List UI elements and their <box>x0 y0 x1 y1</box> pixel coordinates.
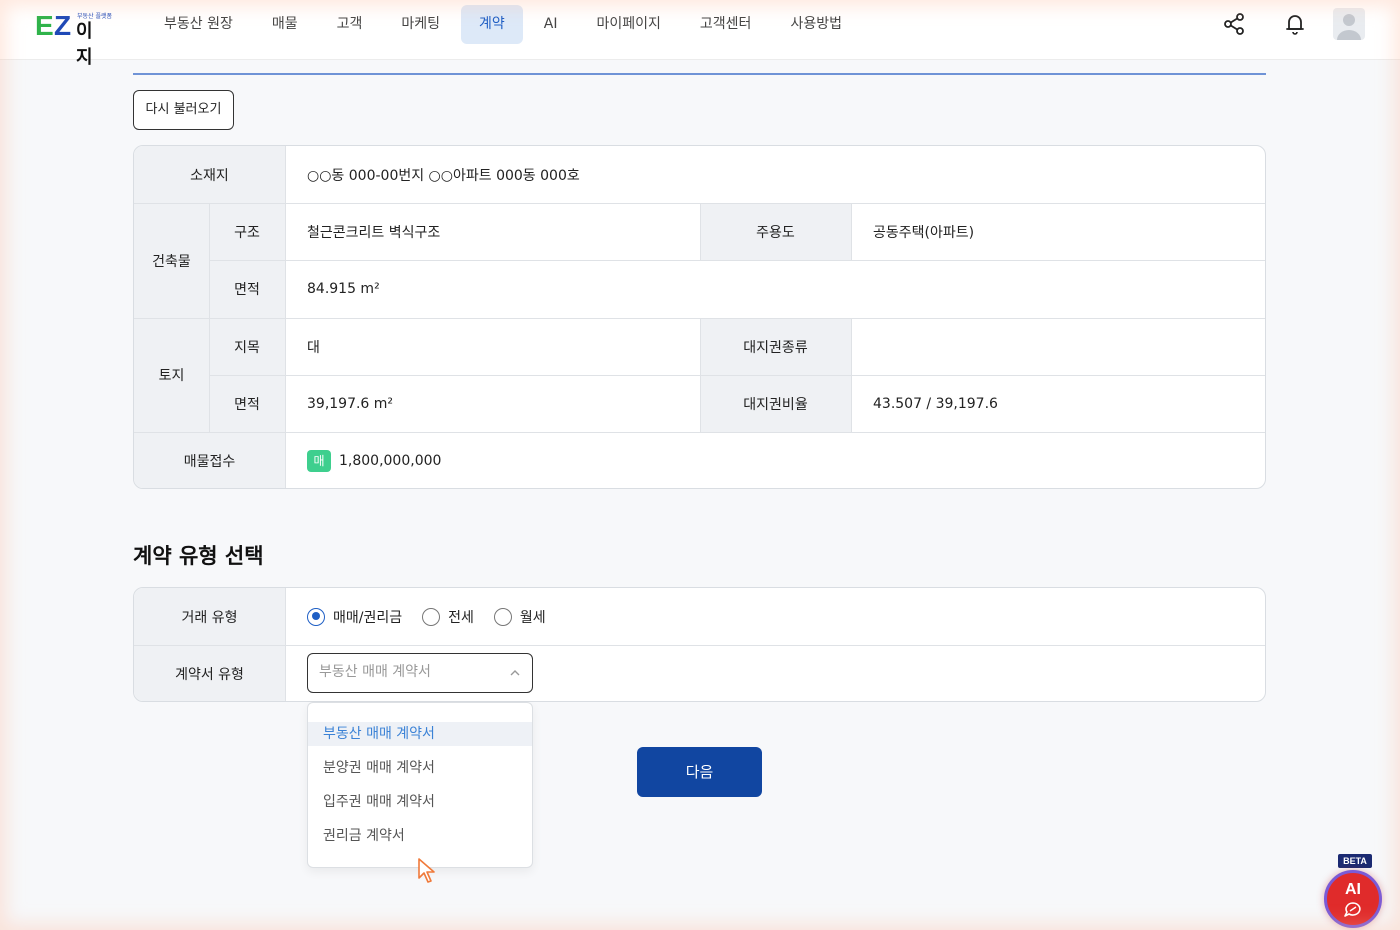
location-value: ○○동 000-00번지 ○○아파트 000동 000호 <box>307 167 580 184</box>
radio-monthly-rent-label: 월세 <box>519 609 546 626</box>
main-nav: 부동산 원장 매물 고객 마케팅 계약 AI 마이페이지 고객센터 사용방법 <box>146 5 863 44</box>
doc-type-select-value: 부동산 매매 계약서 <box>319 664 431 680</box>
land-area-label: 면적 <box>209 375 285 432</box>
section-divider <box>133 73 1266 75</box>
land-category-value: 대 <box>307 339 320 356</box>
listing-price: 1,800,000,000 <box>339 453 442 469</box>
building-area-value: 84.915 m² <box>307 281 380 297</box>
doc-type-dropdown: 부동산 매매 계약서 분양권 매매 계약서 입주권 매매 계약서 권리금 계약서 <box>307 702 533 868</box>
nav-item-guide[interactable]: 사용방법 <box>772 5 860 44</box>
beta-badge: BETA <box>1338 854 1372 868</box>
land-label: 토지 <box>134 318 209 432</box>
listing-label: 매물접수 <box>134 432 285 488</box>
land-area-value: 39,197.6 m² <box>307 395 394 412</box>
radio-monthly-rent[interactable]: 월세 <box>493 607 546 627</box>
user-avatar-icon[interactable] <box>1333 8 1365 40</box>
ai-assistant-button[interactable]: BETA AI <box>1322 854 1384 930</box>
radio-dot <box>422 607 441 626</box>
nav-item-marketing[interactable]: 마케팅 <box>383 5 458 44</box>
main-use-value: 공동주택(아파트) <box>873 224 975 241</box>
nav-item-customers[interactable]: 고객 <box>319 5 381 44</box>
property-info-table: 소재지 ○○동 000-00번지 ○○아파트 000동 000호 건축물 구조 … <box>133 145 1266 489</box>
doc-option-real-estate-sale[interactable]: 부동산 매매 계약서 <box>308 722 532 746</box>
reload-button[interactable]: 다시 불러오기 <box>133 90 234 130</box>
building-area-label: 면적 <box>209 260 285 318</box>
listing-value: 매 1,800,000,000 <box>285 432 1265 488</box>
radio-dot-checked <box>307 607 325 626</box>
land-right-type-value <box>851 318 1265 375</box>
mouse-cursor-icon <box>418 858 435 883</box>
deal-type-radio-group: 매매/권리금 전세 월세 <box>307 607 566 627</box>
doc-option-presale-right-sale[interactable]: 분양권 매매 계약서 <box>308 756 532 790</box>
contract-type-title: 계약 유형 선택 <box>133 544 264 568</box>
chat-icon <box>1344 902 1361 917</box>
nav-item-support[interactable]: 고객센터 <box>682 5 770 44</box>
logo-name: 이지 <box>76 21 93 68</box>
radio-jeonse-label: 전세 <box>448 609 474 626</box>
land-category-label: 지목 <box>209 318 285 375</box>
doc-option-premium-contract[interactable]: 권리금 계약서 <box>308 824 532 858</box>
doc-type-select[interactable]: 부동산 매매 계약서 <box>307 653 533 693</box>
deal-type-options: 매매/권리금 전세 월세 <box>285 588 1265 645</box>
logo-z: Z <box>54 10 72 41</box>
logo-e: E <box>35 10 54 41</box>
nav-item-listings[interactable]: 매물 <box>254 5 316 44</box>
structure-label: 구조 <box>209 203 285 260</box>
nav-item-contract[interactable]: 계약 <box>461 5 523 44</box>
ai-label: AI <box>1345 881 1361 898</box>
radio-dot <box>493 607 512 626</box>
bell-icon[interactable] <box>1282 11 1308 37</box>
main-use-label: 주용도 <box>700 203 851 260</box>
doc-option-move-in-right-sale[interactable]: 입주권 매매 계약서 <box>308 790 532 824</box>
structure-value: 철근콘크리트 벽식구조 <box>307 224 441 241</box>
contract-type-table: 거래 유형 매매/권리금 전세 월세 계약서 유형 <box>133 587 1266 702</box>
land-right-type-label: 대지권종류 <box>700 318 851 375</box>
radio-jeonse[interactable]: 전세 <box>422 607 474 627</box>
building-label: 건축물 <box>134 203 209 318</box>
share-icon[interactable] <box>1221 11 1247 37</box>
land-right-ratio-value: 43.507 / 39,197.6 <box>873 395 998 412</box>
doc-type-label: 계약서 유형 <box>134 645 285 701</box>
nav-item-mypage[interactable]: 마이페이지 <box>579 5 679 44</box>
land-right-ratio-label: 대지권비율 <box>700 375 851 432</box>
radio-sale-premium[interactable]: 매매/권리금 <box>307 607 402 627</box>
next-button[interactable]: 다음 <box>637 747 762 797</box>
sale-badge: 매 <box>307 450 331 472</box>
deal-type-label: 거래 유형 <box>134 588 285 645</box>
chevron-up-icon <box>510 670 520 676</box>
radio-sale-premium-label: 매매/권리금 <box>333 609 403 626</box>
ai-circle: AI <box>1324 870 1382 928</box>
location-label: 소재지 <box>134 146 285 203</box>
nav-item-ledger[interactable]: 부동산 원장 <box>146 5 251 44</box>
nav-item-ai[interactable]: AI <box>526 5 576 44</box>
top-navigation-bar: E Z 부동산 플랫폼 이지 부동산 원장 매물 고객 마케팅 계약 AI 마이… <box>0 0 1400 68</box>
